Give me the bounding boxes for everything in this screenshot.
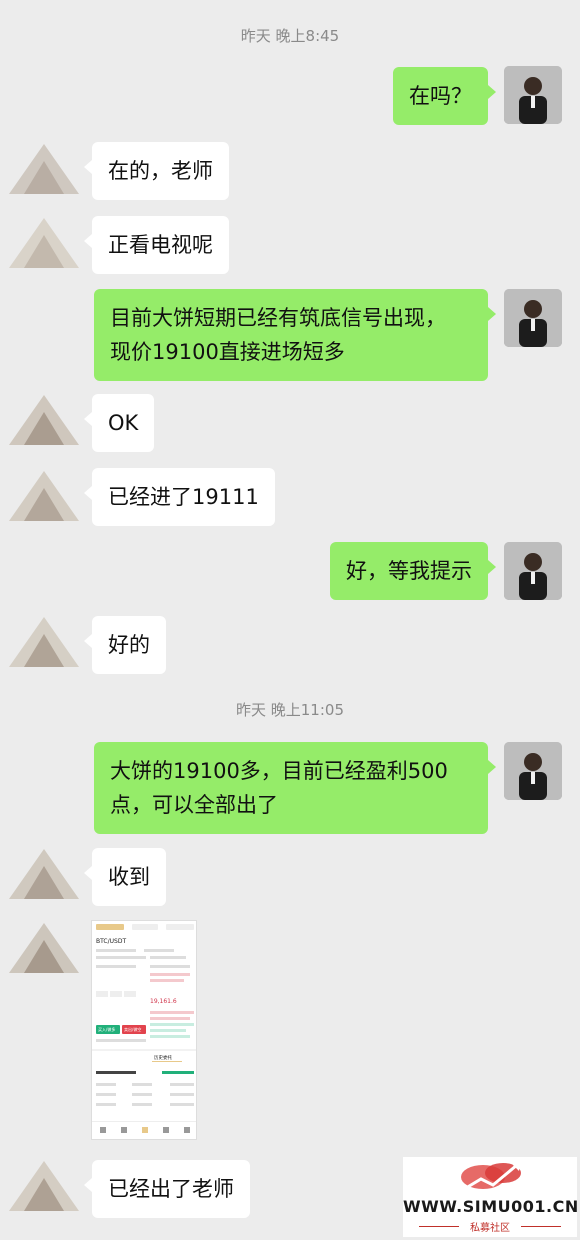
avatar[interactable] <box>4 139 82 199</box>
blurred-avatar-icon <box>9 923 79 973</box>
avatar[interactable] <box>504 742 562 800</box>
message-bubble-outgoing[interactable]: 大饼的19100多，目前已经盈利500 点，可以全部出了 <box>94 742 496 834</box>
blurred-avatar-icon <box>9 395 79 445</box>
blurred-avatar-icon <box>9 1161 79 1211</box>
avatar[interactable] <box>4 612 82 672</box>
message-text: 现价19100直接进场短多 <box>110 340 345 364</box>
message-text: 大饼的19100多，目前已经盈利500 <box>110 759 448 783</box>
message-text: 好的 <box>108 633 150 657</box>
avatar[interactable] <box>504 542 562 600</box>
timestamp: 昨天 晚上8:45 <box>240 27 340 45</box>
message-bubble-incoming[interactable]: 好的 <box>84 616 166 674</box>
watermark-url: WWW.SIMU001.CN <box>403 1197 579 1216</box>
avatar[interactable] <box>504 66 562 124</box>
message-bubble-incoming[interactable]: 已经出了老师 <box>84 1160 250 1218</box>
avatar[interactable] <box>4 844 82 904</box>
shared-image[interactable]: BTC/USDT 19,161.6 买入/做多 卖出/做空 历史委托 <box>91 920 197 1140</box>
message-text: 已经出了老师 <box>108 1177 234 1201</box>
message-bubble-incoming[interactable]: 已经进了19111 <box>84 468 275 526</box>
message-bubble-outgoing[interactable]: 在吗？ <box>393 67 496 125</box>
message-text: 收到 <box>108 865 150 889</box>
watermark: WWW.SIMU001.CN 私募社区 <box>403 1157 579 1237</box>
pair-text: BTC/USDT <box>96 938 126 945</box>
message-text: 在的，老师 <box>108 159 213 183</box>
pair-label: BTC/USDT <box>96 938 126 945</box>
trading-app-thumbnail: BTC/USDT 19,161.6 买入/做多 卖出/做空 历史委托 <box>92 921 196 1139</box>
person-avatar-icon <box>504 542 562 600</box>
message-text: 目前大饼短期已经有筑底信号出现， <box>110 306 446 330</box>
svg-text:历史委托: 历史委托 <box>154 1054 172 1061</box>
avatar[interactable] <box>504 289 562 347</box>
message-text: 正看电视呢 <box>108 233 213 257</box>
avatar[interactable] <box>4 390 82 450</box>
timestamp: 昨天 晚上11:05 <box>236 701 344 719</box>
avatar[interactable] <box>4 213 82 273</box>
message-bubble-incoming[interactable]: 正看电视呢 <box>84 216 229 274</box>
message-bubble-outgoing[interactable]: 目前大饼短期已经有筑底信号出现， 现价19100直接进场短多 <box>94 289 496 381</box>
trend-arrow-logo-icon <box>460 1161 521 1193</box>
svg-text:买入/做多: 买入/做多 <box>98 1026 115 1032</box>
avatar[interactable] <box>4 918 82 978</box>
message-text: 在吗？ <box>409 84 472 108</box>
blurred-avatar-icon <box>9 617 79 667</box>
blurred-avatar-icon <box>9 218 79 268</box>
message-bubble-incoming[interactable]: 收到 <box>84 848 166 906</box>
avatar[interactable] <box>4 1156 82 1216</box>
person-avatar-icon <box>504 289 562 347</box>
message-bubble-outgoing[interactable]: 好，等我提示 <box>330 542 496 600</box>
blurred-avatar-icon <box>9 849 79 899</box>
svg-text:19,161.6: 19,161.6 <box>150 998 177 1005</box>
blurred-avatar-icon <box>9 471 79 521</box>
avatar[interactable] <box>4 466 82 526</box>
watermark-subtitle: 私募社区 <box>470 1223 510 1234</box>
blurred-avatar-icon <box>9 144 79 194</box>
message-text: 点，可以全部出了 <box>110 793 278 817</box>
message-text: 已经进了19111 <box>108 485 259 509</box>
message-bubble-incoming[interactable]: 在的，老师 <box>84 142 229 200</box>
message-text: 好，等我提示 <box>346 559 472 583</box>
message-text: OK <box>108 411 139 435</box>
person-avatar-icon <box>504 66 562 124</box>
svg-text:卖出/做空: 卖出/做空 <box>124 1026 141 1032</box>
message-bubble-incoming[interactable]: OK <box>83 394 155 452</box>
person-avatar-icon <box>504 742 562 800</box>
